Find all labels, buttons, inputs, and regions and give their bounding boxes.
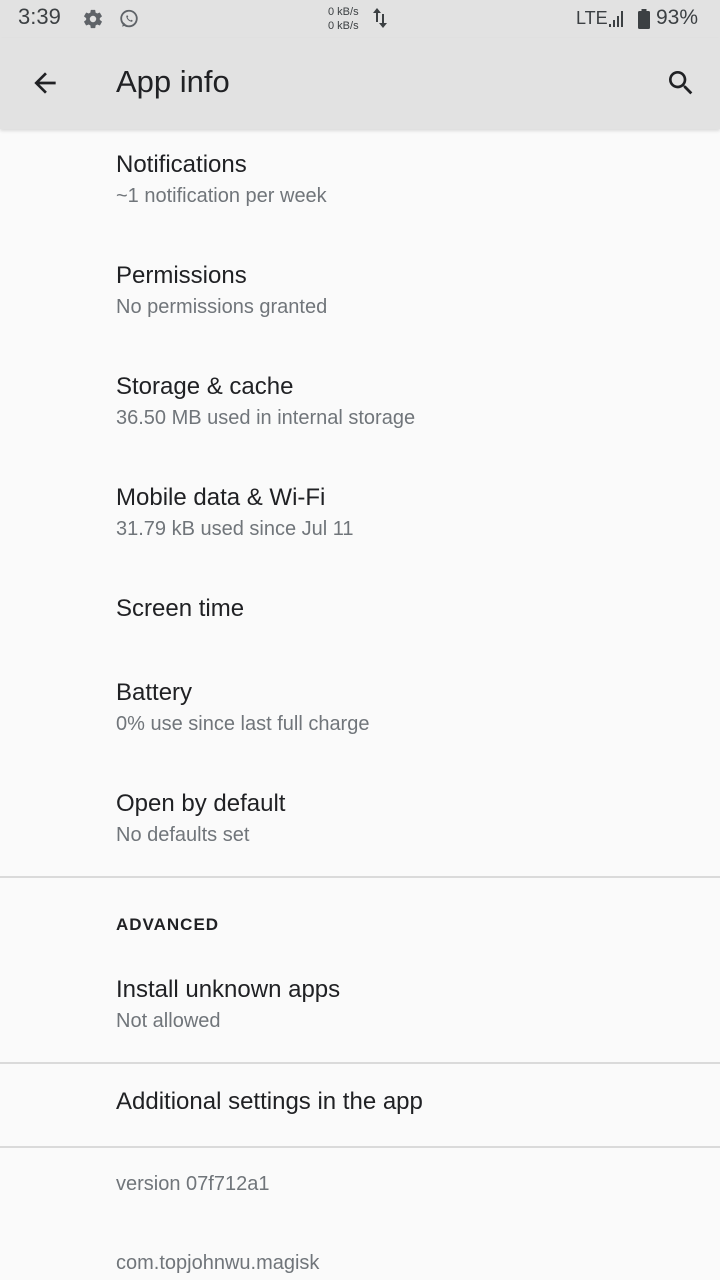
install-unknown-apps-item[interactable]: Install unknown apps Not allowed xyxy=(0,954,720,1062)
item-subtitle: 36.50 MB used in internal storage xyxy=(116,407,416,429)
item-title: Mobile data & Wi-Fi xyxy=(116,484,326,511)
item-subtitle: No permissions granted xyxy=(116,296,328,318)
battery-percent: 93% xyxy=(656,6,699,29)
data-arrows-icon xyxy=(373,8,387,28)
divider xyxy=(0,1146,720,1148)
additional-settings-item[interactable]: Additional settings in the app xyxy=(0,1064,720,1146)
item-subtitle: 0% use since last full charge xyxy=(116,713,370,735)
net-up-text: 0 kB/s xyxy=(328,6,359,18)
page-title: App info xyxy=(116,64,230,99)
item-title: Install unknown apps xyxy=(116,976,341,1003)
item-title: Notifications xyxy=(116,151,247,178)
item-subtitle: No defaults set xyxy=(116,824,250,846)
back-button[interactable] xyxy=(22,60,68,106)
search-button[interactable] xyxy=(658,60,704,106)
item-subtitle: Not allowed xyxy=(116,1010,221,1032)
status-time: 3:39 xyxy=(18,4,61,29)
section-header-advanced: ADVANCED xyxy=(116,915,220,934)
status-bar: 3:39 0 kB/s 0 kB/s LTE 93% xyxy=(0,0,720,38)
battery-icon xyxy=(638,9,650,29)
permissions-item[interactable]: Permissions No permissions granted xyxy=(0,240,720,351)
item-title: Additional settings in the app xyxy=(116,1088,423,1115)
package-name: com.topjohnwu.magisk xyxy=(116,1252,320,1274)
network-type: LTE xyxy=(576,8,608,28)
mobile-data-item[interactable]: Mobile data & Wi-Fi 31.79 kB used since … xyxy=(0,462,720,573)
whatsapp-icon xyxy=(120,9,138,28)
signal-icon xyxy=(609,11,623,27)
app-bar: App info xyxy=(0,38,720,129)
item-title: Storage & cache xyxy=(116,373,294,400)
divider xyxy=(0,876,720,878)
item-subtitle: ~1 notification per week xyxy=(116,185,327,207)
net-down-text: 0 kB/s xyxy=(328,20,359,32)
item-title: Permissions xyxy=(116,262,247,289)
storage-cache-item[interactable]: Storage & cache 36.50 MB used in interna… xyxy=(0,351,720,462)
item-title: Open by default xyxy=(116,790,286,817)
screen-time-item[interactable]: Screen time xyxy=(0,573,720,657)
gear-icon xyxy=(84,9,102,29)
arrow-back-icon xyxy=(34,72,56,94)
search-icon xyxy=(669,71,693,95)
battery-item[interactable]: Battery 0% use since last full charge xyxy=(0,657,720,768)
notifications-item[interactable]: Notifications ~1 notification per week xyxy=(0,129,720,240)
item-subtitle: 31.79 kB used since Jul 11 xyxy=(116,518,354,540)
network-speed: 0 kB/s 0 kB/s xyxy=(328,5,359,33)
item-title: Screen time xyxy=(116,595,245,622)
open-by-default-item[interactable]: Open by default No defaults set xyxy=(0,768,720,877)
item-title: Battery xyxy=(116,679,193,706)
app-version: version 07f712a1 xyxy=(116,1173,270,1195)
